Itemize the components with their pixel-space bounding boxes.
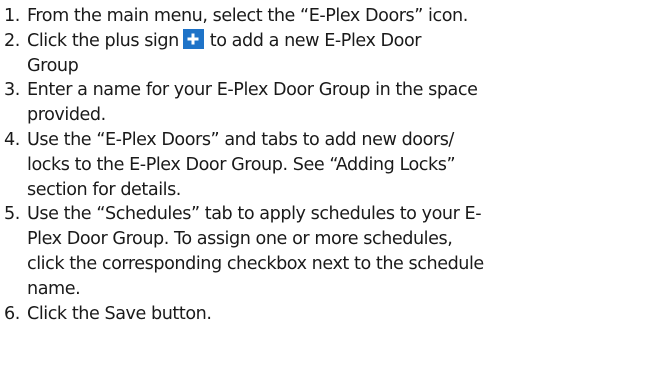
step-1: 1. From the main menu, select the “E-Ple…	[0, 4, 668, 29]
instruction-list: 1. From the main menu, select the “E-Ple…	[0, 4, 668, 326]
step-line: name.	[27, 278, 81, 299]
step-line: section for details.	[27, 179, 181, 200]
step-6: 6. Click the Save button.	[0, 302, 668, 327]
step-4: 4. Use the “E-Plex Doors” and tabs to ad…	[0, 128, 668, 202]
step-line: Group	[27, 55, 79, 76]
step-line: Click the plus sign to add a new E-Plex D…	[27, 28, 668, 54]
step-line: From the main menu, select the “E-Plex D…	[27, 6, 468, 26]
step-line: Use the “Schedules” tab to apply schedul…	[27, 204, 482, 225]
step-number: 4.	[4, 129, 20, 150]
step-number: 2.	[4, 30, 20, 51]
plus-icon	[182, 28, 204, 49]
step-line: Use the “E-Plex Doors” and tabs to add n…	[27, 129, 454, 150]
step-text: to add a new E-Plex Door	[209, 30, 422, 51]
step-line: Click the Save button.	[27, 303, 212, 324]
step-2: 2. Click the plus sign to add a new E-Ple…	[0, 28, 668, 79]
step-3: 3. Enter a name for your E-Plex Door Gro…	[0, 78, 668, 128]
step-line: Enter a name for your E-Plex Door Group …	[27, 80, 478, 101]
step-line: locks to the E-Plex Door Group. See “Add…	[27, 154, 456, 175]
step-number: 1.	[4, 6, 20, 26]
step-number: 3.	[4, 80, 20, 101]
step-number: 5.	[4, 204, 20, 225]
step-line: click the corresponding checkbox next to…	[27, 253, 484, 274]
step-line: Plex Door Group. To assign one or more s…	[27, 229, 453, 250]
step-5: 5. Use the “Schedules” tab to apply sche…	[0, 202, 668, 301]
step-line: provided.	[27, 105, 106, 126]
step-number: 6.	[4, 303, 20, 324]
step-text: Click the plus sign	[27, 30, 179, 51]
